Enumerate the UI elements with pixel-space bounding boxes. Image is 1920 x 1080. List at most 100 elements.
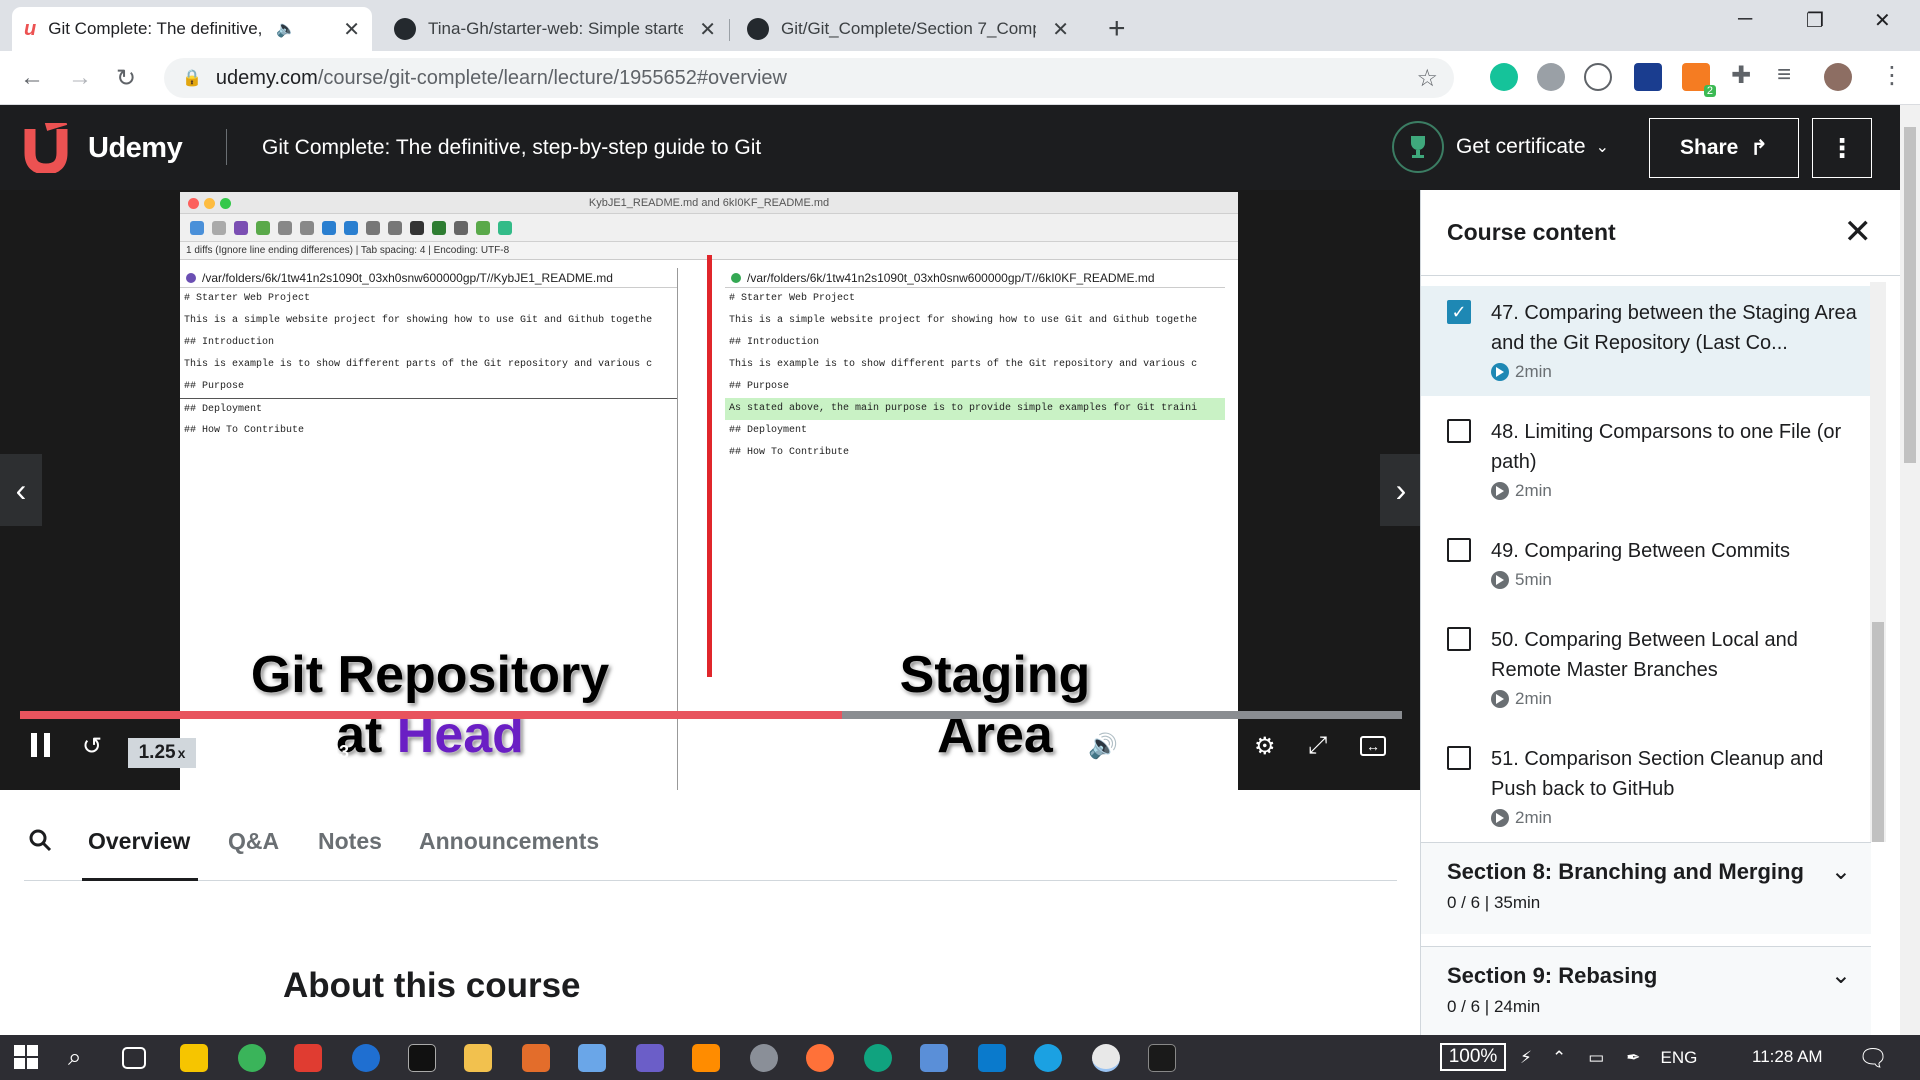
captions-icon[interactable]: CC — [1198, 734, 1232, 757]
more-options-icon[interactable]: ⋮ — [1812, 118, 1872, 178]
restore-window-icon[interactable]: ❐ — [1806, 8, 1824, 33]
power-plug-icon[interactable]: ⚡ — [1520, 1048, 1532, 1068]
volume-icon[interactable]: 🔊 — [1088, 732, 1118, 761]
pause-icon[interactable] — [30, 732, 52, 758]
clock[interactable]: 11:28 AM — [1752, 1047, 1823, 1067]
chrome-menu-icon[interactable]: ⋮ — [1880, 61, 1904, 90]
app-icon[interactable] — [920, 1044, 948, 1072]
browser-tab-udemy[interactable]: u Git Complete: The definitive, step-by-… — [12, 7, 372, 51]
course-title[interactable]: Git Complete: The definitive, step-by-st… — [262, 136, 761, 160]
video-progress-bar[interactable] — [20, 711, 1402, 719]
checkbox-icon[interactable] — [1447, 627, 1471, 651]
vscode-icon[interactable] — [978, 1044, 1006, 1072]
checkbox-icon[interactable] — [1447, 746, 1471, 770]
bookmark-star-icon[interactable]: ☆ — [1416, 64, 1438, 93]
profile-avatar[interactable] — [1824, 63, 1852, 91]
speaker-icon[interactable]: 🔈 — [276, 19, 296, 39]
add-note-icon[interactable]: ✎ — [378, 732, 395, 757]
get-certificate-button[interactable]: Get certificate ⌄ — [1392, 121, 1609, 173]
chevron-up-icon[interactable]: ⌃ — [1552, 1048, 1566, 1068]
previous-lecture-button[interactable]: ‹ — [0, 454, 42, 526]
right-file-icon — [731, 272, 741, 283]
page-scrollbar[interactable] — [1900, 105, 1920, 1035]
search-icon[interactable]: ⌕ — [68, 1044, 96, 1072]
close-tab-icon[interactable]: ✕ — [343, 17, 360, 42]
expand-width-icon[interactable]: ↔ — [1360, 736, 1386, 756]
section-header[interactable]: Section 9: Rebasing 0 / 6 | 24min ⌄ — [1421, 946, 1871, 1035]
notifications-icon[interactable]: 🗨 — [1858, 1044, 1888, 1073]
puzzle-extensions-icon[interactable]: ✚ — [1731, 61, 1751, 90]
close-icon[interactable]: ✕ — [1844, 212, 1873, 252]
task-view-icon[interactable] — [122, 1047, 146, 1069]
git-icon[interactable] — [1148, 1044, 1176, 1072]
forward-arrow-icon[interactable]: → — [68, 64, 92, 92]
close-tab-icon[interactable]: ✕ — [699, 17, 716, 42]
checkbox-icon[interactable] — [1447, 419, 1471, 443]
close-window-icon[interactable]: ✕ — [1874, 8, 1891, 33]
close-tab-icon[interactable]: ✕ — [1052, 17, 1069, 42]
bluetooth-icon[interactable] — [352, 1044, 380, 1072]
translate-extension-icon[interactable]: 2 — [1682, 63, 1716, 97]
scrollbar-thumb[interactable] — [1904, 127, 1916, 463]
tab-overview[interactable]: Overview — [88, 828, 190, 855]
back-arrow-icon[interactable]: ← — [20, 64, 44, 92]
lecture-item[interactable]: 49. Comparing Between Commits 5min — [1421, 524, 1871, 596]
globe-extension-icon[interactable] — [1537, 63, 1565, 91]
playback-rate-button[interactable]: 1.25 x — [128, 738, 196, 768]
video-player[interactable]: KybJE1_README.md and 6kI0KF_README.md 1 … — [0, 190, 1420, 790]
sublime-text-icon[interactable] — [692, 1044, 720, 1072]
code-line: ## Purpose — [729, 381, 790, 392]
section-header[interactable]: Section 8: Branching and Merging 0 / 6 |… — [1421, 842, 1871, 934]
tab-notes[interactable]: Notes — [318, 828, 382, 855]
browser-tab-github-git[interactable]: Git/Git_Complete/Section 7_Comparisons ✕ — [735, 7, 1081, 51]
checkbox-checked-icon[interactable]: ✓ — [1447, 300, 1471, 324]
fullscreen-icon[interactable]: ⤢ — [1308, 732, 1327, 760]
share-button[interactable]: Share ↱ — [1649, 118, 1799, 178]
chrome-icon[interactable] — [1092, 1044, 1120, 1072]
edge-icon[interactable] — [1034, 1044, 1062, 1072]
language-indicator[interactable]: ENG — [1661, 1048, 1698, 1068]
sidebar-scrollbar[interactable] — [1870, 282, 1886, 842]
windows-start-icon[interactable] — [14, 1045, 42, 1073]
battery-indicator[interactable]: 100% — [1440, 1043, 1506, 1071]
forward-icon[interactable]: ↻ — [216, 732, 236, 761]
address-bar[interactable]: 🔒 udemy.com/course/git-complete/learn/le… — [164, 58, 1454, 98]
code-line: This is example is to show different par… — [729, 359, 1198, 370]
search-icon[interactable] — [28, 828, 52, 852]
lecture-item[interactable]: 48. Limiting Comparsons to one File (or … — [1421, 405, 1871, 502]
new-tab-button[interactable]: + — [1108, 12, 1126, 46]
app-icon[interactable] — [750, 1044, 778, 1072]
firefox-icon[interactable] — [806, 1044, 834, 1072]
lecture-item[interactable]: ✓ 47. Comparing between the Staging Area… — [1421, 286, 1871, 396]
settings-gear-icon[interactable]: ⚙ — [1254, 732, 1276, 761]
app-icon[interactable] — [238, 1044, 266, 1072]
pen-icon[interactable]: ✒ — [1626, 1048, 1640, 1068]
app-icon[interactable] — [636, 1044, 664, 1072]
media-control-icon[interactable]: ≡ — [1777, 61, 1791, 89]
minimize-window-icon[interactable]: ─ — [1738, 8, 1752, 31]
network-icon[interactable]: ▭ — [1588, 1048, 1604, 1068]
app-icon[interactable] — [864, 1044, 892, 1072]
lecture-item[interactable]: 51. Comparison Section Cleanup and Push … — [1421, 732, 1871, 829]
lecture-item[interactable]: 50. Comparing Between Local and Remote M… — [1421, 613, 1871, 710]
sticky-notes-icon[interactable] — [180, 1044, 208, 1072]
grammarly-extension-icon[interactable] — [1490, 63, 1518, 91]
udemy-logo[interactable]: Udemy — [22, 123, 183, 173]
screen-extension-icon[interactable] — [1634, 63, 1662, 91]
app-icon[interactable] — [294, 1044, 322, 1072]
app-icon[interactable] — [578, 1044, 606, 1072]
vpn-extension-icon[interactable] — [1584, 63, 1612, 91]
lecture-title: 50. Comparing Between Local and Remote M… — [1491, 629, 1798, 681]
transcript-icon[interactable]: ▤ — [1144, 732, 1167, 761]
tab-announcements[interactable]: Announcements — [419, 828, 599, 855]
reload-icon[interactable]: ↻ — [116, 64, 136, 93]
matlab-icon[interactable] — [522, 1044, 550, 1072]
rewind-icon[interactable]: ↺ — [82, 732, 102, 761]
terminal-icon[interactable] — [408, 1044, 436, 1072]
next-lecture-button[interactable]: › — [1380, 454, 1420, 526]
browser-tab-github-starter[interactable]: Tina-Gh/starter-web: Simple starter web … — [382, 7, 728, 51]
tab-qa[interactable]: Q&A — [228, 828, 279, 855]
scrollbar-thumb[interactable] — [1872, 622, 1884, 842]
file-explorer-icon[interactable] — [464, 1044, 492, 1072]
checkbox-icon[interactable] — [1447, 538, 1471, 562]
